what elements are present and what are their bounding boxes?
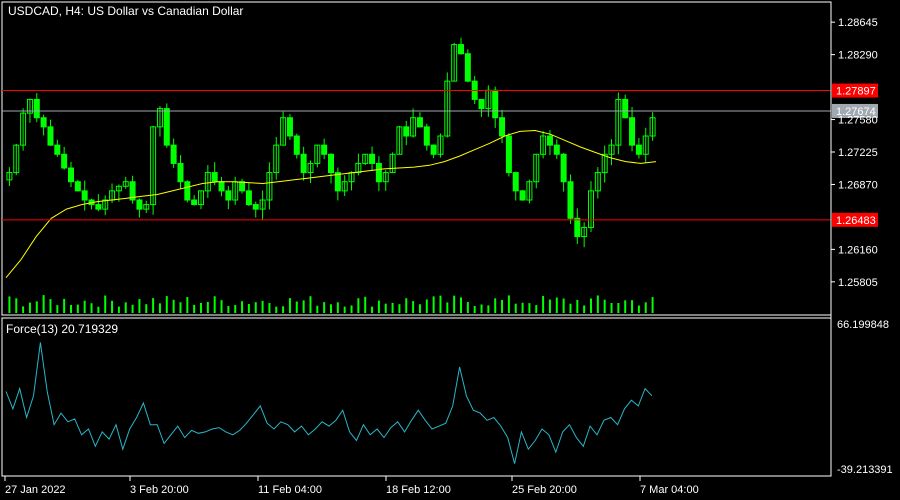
- candle-body: [33, 98, 40, 119]
- candle-body: [47, 126, 54, 146]
- candle-body: [184, 181, 191, 201]
- price-tick-label: 1.27580: [838, 115, 878, 127]
- price-tick-label: 1.28290: [838, 50, 878, 62]
- candle-body: [464, 53, 471, 82]
- candle-body: [211, 172, 218, 183]
- price-tick-label: 1.25805: [838, 277, 878, 289]
- time-tick-label: 11 Feb 04:00: [258, 484, 322, 496]
- candle-body: [416, 117, 423, 128]
- time-tick-label: 3 Feb 20:00: [130, 484, 189, 496]
- price-tick-label: 1.27225: [838, 147, 878, 159]
- candle-body: [519, 190, 526, 201]
- candle-body: [546, 135, 553, 146]
- price-tick-label: 1.26160: [838, 244, 878, 256]
- candle-body: [567, 181, 574, 219]
- price-tick-label: 1.26870: [838, 179, 878, 191]
- candle-body: [95, 204, 102, 210]
- candle-body: [252, 204, 259, 210]
- candle-body: [430, 144, 437, 155]
- candle-body: [403, 126, 410, 137]
- time-tick-label: 27 Jan 2022: [5, 484, 66, 496]
- candle-body: [170, 144, 177, 164]
- candle-body: [423, 126, 430, 146]
- candle-body: [505, 135, 512, 174]
- chart-background: [0, 0, 900, 500]
- candle-body: [61, 153, 68, 169]
- candle-body: [74, 181, 81, 192]
- candle-body: [300, 153, 307, 174]
- candle-body: [225, 190, 232, 201]
- candle-body: [635, 144, 642, 155]
- candle-body: [328, 153, 334, 174]
- candle-body: [68, 167, 74, 183]
- indicator-scale-bottom: -39.213391: [837, 464, 893, 476]
- candle-body: [512, 172, 519, 192]
- candle-body: [81, 190, 88, 201]
- candle-body: [136, 199, 143, 210]
- candle-body: [560, 153, 567, 183]
- candle-body: [163, 108, 170, 146]
- indicator-scale-top: 66.199848: [837, 319, 889, 331]
- candle-body: [369, 153, 376, 164]
- candle-body: [499, 117, 506, 137]
- candle-body: [40, 117, 47, 128]
- indicator-label: Force(13) 20.719329: [6, 322, 118, 336]
- candle-body: [177, 162, 184, 183]
- time-tick-label: 25 Feb 20:00: [512, 484, 577, 496]
- symbol-title: USDCAD, H4: US Dollar vs Canadian Dollar: [8, 4, 243, 18]
- candle-body: [478, 98, 485, 110]
- candle-body: [321, 144, 328, 155]
- candle-body: [293, 135, 300, 155]
- candle-body: [286, 117, 293, 137]
- trading-chart[interactable]: 1.278971.276741.26483 USDCAD, H4: US Dol…: [0, 0, 900, 500]
- candle-body: [574, 217, 581, 238]
- candle-body: [492, 89, 499, 119]
- time-tick-label: 18 Feb 12:00: [386, 484, 451, 496]
- candle-body: [218, 181, 225, 192]
- candle-body: [458, 44, 464, 55]
- price-tick-label: 1.28645: [838, 17, 878, 29]
- price-level-label: 1.27897: [836, 86, 876, 98]
- candle-body: [239, 181, 246, 192]
- candle-body: [54, 144, 61, 155]
- candle-body: [629, 117, 636, 146]
- candle-body: [191, 199, 198, 206]
- price-level-label: 1.26483: [836, 215, 876, 227]
- time-tick-label: 7 Mar 04:00: [640, 484, 699, 496]
- candle-body: [622, 98, 629, 119]
- candle-body: [334, 172, 341, 192]
- candle-body: [553, 144, 560, 155]
- candle-body: [375, 162, 382, 183]
- candle-body: [245, 190, 252, 206]
